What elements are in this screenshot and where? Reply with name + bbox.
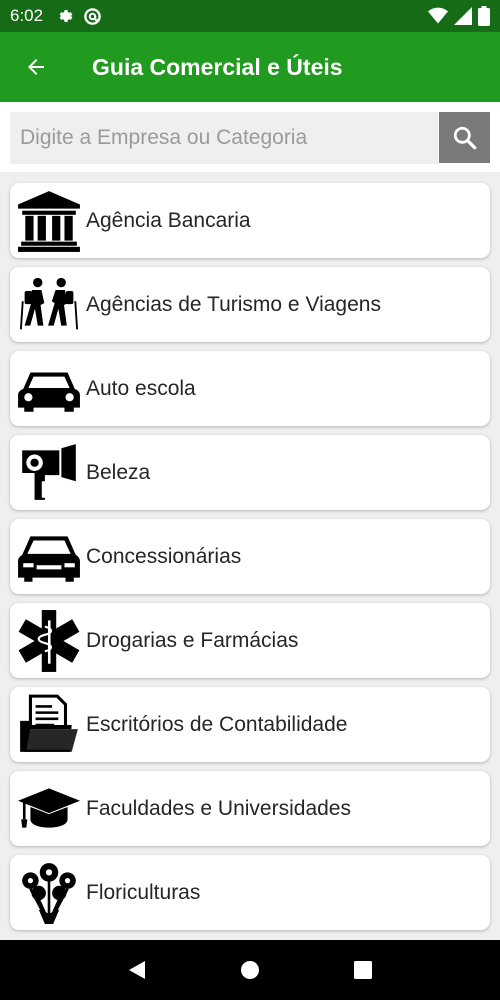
search-icon — [453, 126, 476, 149]
list-item-concessionarias[interactable]: Concessionárias — [10, 519, 490, 594]
status-bar: 6:02 — [0, 0, 500, 32]
list-item-beleza[interactable]: Beleza — [10, 435, 490, 510]
list-item-label: Agência Bancaria — [86, 208, 251, 232]
graduation-cap-icon — [18, 787, 80, 828]
signal-icon — [454, 7, 472, 25]
search-bar — [0, 102, 500, 172]
list-item-label: Concessionárias — [86, 544, 242, 568]
list-item-escritorios-contabilidade[interactable]: Escritórios de Contabilidade — [10, 687, 490, 762]
bank-icon — [18, 190, 80, 252]
recents-square-icon — [354, 961, 373, 979]
car-icon — [18, 372, 80, 412]
list-item-label: Floriculturas — [86, 880, 201, 904]
list-item-floriculturas[interactable]: Floriculturas — [10, 855, 490, 930]
system-nav-bar — [0, 940, 500, 1000]
gear-icon — [59, 10, 73, 23]
car-front-icon — [18, 535, 80, 582]
status-time: 6:02 — [10, 6, 44, 25]
list-item-label: Drogarias e Farmácias — [86, 628, 299, 652]
list-item-label: Auto escola — [86, 376, 196, 400]
list-item-label: Escritórios de Contabilidade — [86, 712, 348, 736]
list-item-label: Faculdades e Universidades — [86, 796, 351, 820]
app-bar: Guia Comercial e Úteis — [0, 32, 500, 102]
list-item-drogarias[interactable]: Drogarias e Farmácias — [10, 603, 490, 678]
battery-icon — [478, 6, 490, 26]
hair-dryer-icon — [22, 443, 76, 500]
list-item-label: Beleza — [86, 460, 151, 484]
list-item-label: Agências de Turismo e Viagens — [86, 292, 381, 316]
hikers-icon — [19, 277, 79, 329]
flowers-icon — [22, 862, 76, 924]
page-title: Guia Comercial e Úteis — [92, 53, 343, 80]
at-sign-icon — [84, 7, 101, 25]
list-item-faculdades[interactable]: Faculdades e Universidades — [10, 771, 490, 846]
search-input[interactable] — [10, 112, 438, 164]
folder-documents-icon — [20, 694, 78, 752]
nav-recents-button[interactable] — [343, 950, 383, 990]
star-of-life-icon — [18, 609, 80, 672]
list-item-agencias-turismo[interactable]: Agências de Turismo e Viagens — [10, 267, 490, 342]
nav-back-button[interactable] — [117, 950, 157, 990]
category-list: Agência Bancaria Agências de Turismo e V… — [0, 172, 500, 940]
home-circle-icon — [240, 961, 259, 979]
search-button[interactable] — [439, 112, 490, 163]
back-triangle-icon — [128, 961, 145, 979]
back-button[interactable] — [0, 32, 72, 102]
nav-home-button[interactable] — [230, 950, 270, 990]
list-item-auto-escola[interactable]: Auto escola — [10, 351, 490, 426]
arrow-left-icon — [28, 59, 44, 75]
list-item-agencia-bancaria[interactable]: Agência Bancaria — [10, 183, 490, 258]
wifi-icon — [428, 7, 448, 24]
